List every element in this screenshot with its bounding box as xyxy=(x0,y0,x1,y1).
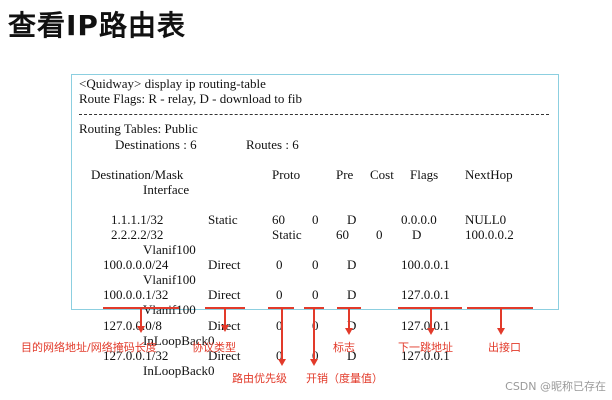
route-nexthop: 127.0.0.1 xyxy=(401,318,450,333)
routes-count: Routes : 6 xyxy=(246,137,299,152)
arrow-head-flags xyxy=(345,328,353,335)
route-flags: D xyxy=(412,227,422,242)
route-cost: 0 xyxy=(312,257,319,272)
route-flags: D xyxy=(347,287,357,302)
arrow-stem-nexthop xyxy=(430,307,432,328)
route-destination: 1.1.1.1/32 xyxy=(111,212,164,227)
route-cost: 0 xyxy=(312,212,319,227)
arrow-head-destination xyxy=(137,326,145,333)
arrow-stem-interface xyxy=(500,307,502,328)
route-flags: D xyxy=(347,257,357,272)
route-destination: 100.0.0.1/32 xyxy=(103,287,169,302)
route-nexthop: 100.0.0.1 xyxy=(401,257,450,272)
annotation-cost: 开销（度量值） xyxy=(306,372,383,385)
route-pre: 0 xyxy=(276,257,283,272)
header-interface: Interface xyxy=(143,182,190,197)
header-flags: Flags xyxy=(410,167,439,182)
route-proto: Static xyxy=(208,212,238,227)
header-cost: Cost xyxy=(370,167,394,182)
annotation-flags: 标志 xyxy=(333,341,355,354)
command-line: <Quidway> display ip routing-table xyxy=(79,76,266,91)
route-pre: 60 xyxy=(272,212,285,227)
route-nexthop: 100.0.0.2 xyxy=(465,227,514,242)
route-interface: Vlanif100 xyxy=(143,302,196,317)
route-nexthop: 127.0.0.1 xyxy=(401,287,450,302)
header-destination-mask: Destination/Mask xyxy=(91,167,184,182)
route-proto: Direct xyxy=(208,287,241,302)
arrow-head-nexthop xyxy=(427,328,435,335)
route-flags-line: Route Flags: R - relay, D - download to … xyxy=(79,91,303,106)
route-destination: 127.0.0.0/8 xyxy=(103,318,162,333)
annotation-proto: 协议类型 xyxy=(192,341,236,354)
arrow-head-cost xyxy=(310,359,318,366)
route-proto: Static xyxy=(272,227,302,242)
route-out-interface: NULL0 xyxy=(465,212,507,227)
page-title: 查看IP路由表 xyxy=(8,9,186,42)
header-proto: Proto xyxy=(272,167,301,182)
header-nexthop: NextHop xyxy=(465,167,513,182)
header-pre: Pre xyxy=(336,167,354,182)
arrow-head-interface xyxy=(497,328,505,335)
arrow-stem-proto xyxy=(224,307,226,325)
arrow-head-proto xyxy=(221,325,229,332)
arrow-head-pre xyxy=(278,359,286,366)
annotation-pre: 路由优先级 xyxy=(232,372,287,385)
annotation-nexthop: 下一跳地址 xyxy=(398,341,453,354)
route-destination: 100.0.0.0/24 xyxy=(103,257,169,272)
arrow-stem-flags xyxy=(348,307,350,328)
arrow-stem-destination xyxy=(140,307,142,326)
arrow-stem-cost xyxy=(313,307,315,359)
annotation-destination-mask: 目的网络地址/网络掩码长度 xyxy=(21,341,157,354)
routing-tables-line: Routing Tables: Public xyxy=(79,121,198,136)
route-proto: Direct xyxy=(208,257,241,272)
annotation-interface: 出接口 xyxy=(488,341,521,354)
route-nexthop: 0.0.0.0 xyxy=(401,212,437,227)
route-destination: 2.2.2.2/32 xyxy=(111,227,164,242)
route-interface: Vlanif100 xyxy=(143,242,196,257)
route-interface: InLoopBack0 xyxy=(143,363,215,378)
route-interface: Vlanif100 xyxy=(143,272,196,287)
separator-line xyxy=(79,114,549,115)
watermark: CSDN @昵称已存在 xyxy=(505,380,606,393)
route-flags: D xyxy=(347,212,357,227)
route-cost: 0 xyxy=(376,227,383,242)
route-pre: 60 xyxy=(336,227,349,242)
route-cost: 0 xyxy=(312,287,319,302)
arrow-stem-pre xyxy=(281,307,283,359)
route-pre: 0 xyxy=(276,287,283,302)
destinations-count: Destinations : 6 xyxy=(115,137,197,152)
